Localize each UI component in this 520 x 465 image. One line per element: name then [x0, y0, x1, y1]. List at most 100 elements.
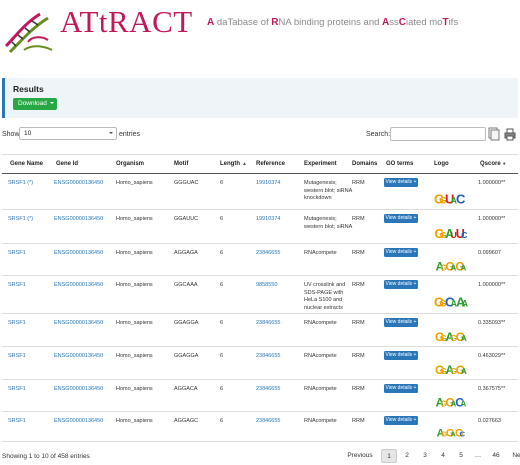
- motif-cell: GGAGGA: [174, 320, 199, 326]
- logo-letter: C: [456, 192, 466, 207]
- view-details-button[interactable]: View details +: [384, 178, 418, 187]
- page-3[interactable]: 3: [417, 449, 433, 463]
- logo-letter: A: [460, 399, 466, 408]
- info-icon: ●: [502, 161, 506, 167]
- gene-id-link[interactable]: ENSG00000136450: [54, 386, 103, 394]
- gene-id-link[interactable]: ENSG00000136450: [54, 282, 103, 290]
- length-cell: 6: [220, 418, 224, 424]
- sequence-logo[interactable]: GGUA C: [432, 176, 468, 207]
- qscore-cell: 1.000000**: [478, 282, 506, 288]
- view-details-button[interactable]: View details +: [384, 351, 418, 360]
- col-experiment[interactable]: Experiment: [304, 161, 337, 167]
- gene-name-link[interactable]: SRSF1: [8, 320, 26, 328]
- motif-cell: AGGACA: [174, 386, 198, 392]
- organism-cell: Homo_sapiens: [116, 386, 153, 392]
- entries-label: entries: [119, 131, 141, 138]
- caret-down-icon: [109, 132, 113, 134]
- page-2[interactable]: 2: [399, 449, 415, 463]
- table-row: SRSF1 ENSG00000136450 Homo_sapiens AGGACA 6 2…: [2, 380, 518, 412]
- gene-id-link[interactable]: ENSG00000136450: [54, 418, 103, 426]
- gene-name-link[interactable]: SRSF1: [8, 353, 26, 361]
- page-1[interactable]: 1: [381, 449, 397, 463]
- gene-id-link[interactable]: ENSG00000136450: [54, 180, 103, 188]
- copy-icon[interactable]: [488, 127, 500, 141]
- gene-name-link[interactable]: SRSF1: [8, 386, 26, 394]
- gene-id-link[interactable]: ENSG00000136450: [54, 216, 103, 224]
- search-input[interactable]: [390, 127, 486, 141]
- caret-down-icon: [49, 102, 54, 104]
- page-size-value: 10: [24, 130, 32, 137]
- reference-link[interactable]: 23846655: [256, 386, 280, 394]
- reference-link[interactable]: 23846655: [256, 353, 280, 361]
- gene-name-link[interactable]: SRSF1 (*): [8, 216, 33, 224]
- gene-name-link[interactable]: SRSF1: [8, 250, 26, 258]
- page-5[interactable]: 5: [453, 449, 469, 463]
- sequence-logo[interactable]: AGGA GA: [432, 246, 468, 273]
- tagline-part: iated mo: [406, 17, 443, 28]
- table-row: SRSF1 ENSG00000136450 Homo_sapiens AGGAGC 6 2…: [2, 412, 518, 442]
- reference-link[interactable]: 23846655: [256, 250, 280, 258]
- gene-name-link[interactable]: SRSF1: [8, 418, 26, 426]
- previous-button[interactable]: Previous: [345, 449, 375, 463]
- col-logo[interactable]: Logo: [434, 161, 449, 167]
- reference-link[interactable]: 19910374: [256, 180, 280, 188]
- sequence-logo[interactable]: GGAGGA: [432, 349, 468, 377]
- tagline-part: C: [398, 17, 407, 28]
- view-details-button[interactable]: View details +: [384, 384, 418, 393]
- col-length[interactable]: Length ▲: [220, 161, 247, 167]
- col-motif[interactable]: Motif: [174, 161, 188, 167]
- col-gene-id[interactable]: Gene Id: [56, 161, 78, 167]
- col-qscore[interactable]: Qscore ●: [480, 161, 506, 167]
- sequence-logo[interactable]: GGAGGA: [432, 316, 468, 344]
- col-reference[interactable]: Reference: [256, 161, 285, 167]
- reference-link[interactable]: 23846655: [256, 320, 280, 328]
- page-size-select[interactable]: 10: [19, 127, 117, 140]
- search-label: Search:: [366, 131, 391, 138]
- table-row: SRSF1 ENSG00000136450 Homo_sapiens GGAGGA 6 2…: [2, 347, 518, 380]
- col-gene-name[interactable]: Gene Name: [10, 161, 43, 167]
- col-domains[interactable]: Domains: [352, 161, 377, 167]
- sequence-logo[interactable]: GGCA AA: [432, 278, 468, 311]
- sequence-logo[interactable]: GGAU UC: [432, 212, 468, 241]
- brand-tagline: A daTabase of RNA binding proteins and A…: [207, 17, 458, 28]
- length-cell: 6: [220, 320, 224, 326]
- gene-id-link[interactable]: ENSG00000136450: [54, 320, 103, 328]
- view-details-button[interactable]: View details +: [384, 214, 418, 223]
- print-icon[interactable]: [504, 127, 516, 141]
- reference-link[interactable]: 9858550: [256, 282, 277, 290]
- sequence-logo[interactable]: AGGA CA: [432, 382, 468, 409]
- view-details-button[interactable]: View details +: [384, 318, 418, 327]
- logo-letter: A: [461, 366, 467, 376]
- view-details-button[interactable]: View details +: [384, 416, 418, 425]
- tagline-part: daTabase of: [214, 17, 272, 28]
- experiment-cell: RNAcompete: [304, 386, 337, 392]
- gene-name-link[interactable]: SRSF1 (*): [8, 180, 33, 188]
- view-details-button[interactable]: View details +: [384, 280, 418, 289]
- motif-cell: GGAGGA: [174, 353, 199, 359]
- domains-cell: RRM: [352, 250, 365, 256]
- page-46[interactable]: 46: [487, 449, 505, 463]
- gene-id-link[interactable]: ENSG00000136450: [54, 250, 103, 258]
- length-cell: 6: [220, 386, 224, 392]
- col-qscore-label: Qscore: [480, 161, 501, 167]
- reference-link[interactable]: 19910374: [256, 216, 280, 224]
- sequence-logo[interactable]: AGGA GC: [432, 414, 468, 440]
- view-details-button[interactable]: View details +: [384, 248, 418, 257]
- next-button[interactable]: Next: [509, 449, 520, 463]
- gene-id-link[interactable]: ENSG00000136450: [54, 353, 103, 361]
- table-body: SRSF1 (*) ENSG00000136450 Homo_sapiens GGGU…: [2, 174, 518, 442]
- gene-name-link[interactable]: SRSF1: [8, 282, 26, 290]
- domains-cell: RRM: [352, 180, 365, 186]
- page-4[interactable]: 4: [435, 449, 451, 463]
- reference-link[interactable]: 23846655: [256, 418, 280, 426]
- download-button[interactable]: Download: [13, 98, 57, 110]
- col-go-terms[interactable]: GO terms: [386, 161, 413, 167]
- motif-cell: GGGUAC: [174, 180, 199, 186]
- length-cell: 6: [220, 180, 224, 186]
- qscore-cell: 0.335093**: [478, 320, 506, 326]
- organism-cell: Homo_sapiens: [116, 320, 153, 326]
- col-organism[interactable]: Organism: [116, 161, 144, 167]
- logo-letter: A: [462, 299, 469, 309]
- page-ellipsis: …: [474, 452, 482, 459]
- brand-title: ATtRACT: [60, 4, 193, 39]
